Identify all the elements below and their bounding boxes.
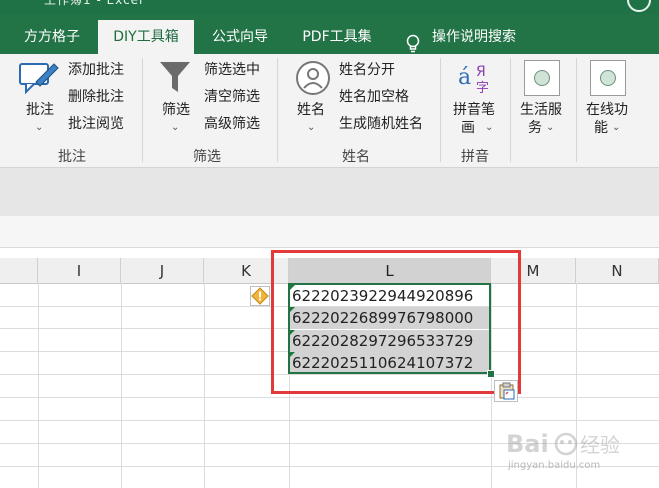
name-add-space-button[interactable]: 姓名加空格 — [339, 89, 409, 105]
tab-formula-wizard[interactable]: 公式向导 — [200, 20, 280, 54]
chevron-down-icon[interactable]: ⌄ — [307, 120, 315, 136]
chevron-down-icon[interactable]: ⌄ — [546, 120, 554, 136]
group-divider — [576, 58, 577, 162]
column-header-i[interactable]: I — [38, 258, 121, 283]
tab-pdf-tools[interactable]: PDF工具集 — [290, 20, 384, 54]
gridline — [38, 283, 39, 488]
svg-text:Bai: Bai — [506, 430, 549, 458]
filter-selected-button[interactable]: 筛选选中 — [204, 62, 260, 78]
online-feature-button-line2[interactable]: 能 — [594, 120, 608, 136]
chevron-down-icon[interactable]: ⌄ — [485, 120, 493, 136]
gridline — [204, 283, 205, 488]
name-button[interactable]: 姓名 — [297, 102, 325, 118]
watermark-url: jingyan.baidu.com — [508, 460, 601, 471]
group-label-name: 姓名 — [342, 149, 370, 165]
random-name-button[interactable]: 生成随机姓名 — [339, 116, 423, 132]
column-header-n[interactable]: N — [576, 258, 659, 283]
split-name-button[interactable]: 姓名分开 — [339, 62, 395, 78]
chevron-down-icon[interactable]: ⌄ — [171, 120, 179, 136]
svg-text:Я: Я — [476, 64, 486, 80]
delete-comment-button[interactable]: 删除批注 — [68, 89, 124, 105]
chevron-down-icon[interactable]: ⌄ — [612, 120, 620, 136]
life-service-button-line2[interactable]: 务 — [528, 120, 542, 136]
error-warning-icon[interactable] — [250, 286, 270, 306]
funnel-icon — [160, 62, 190, 92]
tab-fangfang[interactable]: 方方格子 — [12, 20, 92, 54]
group-label-filter: 筛选 — [193, 149, 221, 165]
gridline — [0, 420, 659, 421]
column-header-j[interactable]: J — [121, 258, 204, 283]
add-comment-button[interactable]: 添加批注 — [68, 62, 124, 78]
life-service-icon — [524, 60, 560, 96]
person-icon — [296, 61, 330, 95]
column-header-blank[interactable] — [0, 258, 38, 283]
ribbon-tab-bar: 方方格子 DIY工具箱 公式向导 PDF工具集 操作说明搜索 — [0, 14, 659, 54]
chevron-down-icon[interactable]: ⌄ — [35, 120, 43, 136]
pinyin-stroke-button-line2[interactable]: 画 — [461, 120, 475, 136]
sheet-toolbar-strip — [0, 216, 659, 248]
group-divider — [277, 58, 278, 162]
online-feature-icon — [590, 60, 626, 96]
svg-text:á: á — [458, 65, 471, 90]
formula-bar-area — [0, 168, 659, 216]
window-title: 工作簿1 - Excel — [44, 0, 144, 7]
lightbulb-icon[interactable] — [405, 34, 421, 56]
tell-me-search[interactable]: 操作说明搜索 — [432, 20, 542, 54]
pinyin-icon: á Я 字 — [458, 64, 489, 96]
group-divider — [142, 58, 143, 162]
online-feature-button[interactable]: 在线功 — [586, 102, 628, 118]
pinyin-stroke-button[interactable]: 拼音笔 — [453, 102, 495, 118]
gridline — [0, 397, 659, 398]
group-label-comment: 批注 — [58, 149, 86, 165]
svg-text:经验: 经验 — [580, 433, 620, 457]
comment-pencil-icon — [19, 63, 59, 95]
group-divider — [440, 58, 441, 162]
ribbon: 批注 ⌄ 添加批注 删除批注 批注阅览 批注 筛选 ⌄ 筛选选中 清空筛选 高级… — [0, 54, 659, 168]
browse-comment-button[interactable]: 批注阅览 — [68, 116, 124, 132]
gridline — [121, 283, 122, 488]
watermark-logo: Bai 经验 — [506, 430, 620, 458]
clear-filter-button[interactable]: 清空筛选 — [204, 89, 260, 105]
group-divider — [510, 58, 511, 162]
filter-button[interactable]: 筛选 — [162, 102, 190, 118]
advanced-filter-button[interactable]: 高级筛选 — [204, 116, 260, 132]
group-label-pinyin: 拼音 — [461, 149, 489, 165]
comment-button[interactable]: 批注 — [26, 102, 54, 118]
paste-options-icon[interactable] — [494, 380, 518, 402]
svg-text:字: 字 — [476, 81, 489, 96]
life-service-button[interactable]: 生活服 — [520, 102, 562, 118]
tab-diy-toolbox[interactable]: DIY工具箱 — [98, 20, 194, 54]
highlight-frame — [271, 250, 521, 394]
account-avatar-icon[interactable] — [627, 0, 651, 12]
title-bar: 工作簿1 - Excel — [0, 0, 659, 14]
